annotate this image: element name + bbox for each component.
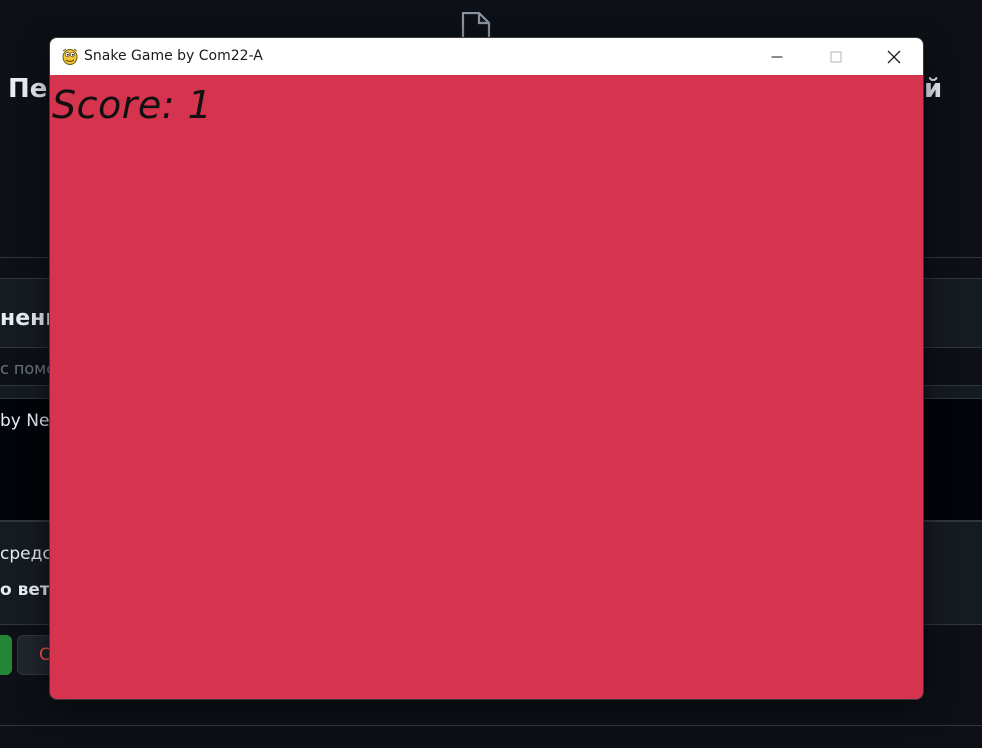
page-title-fragment-right: й [924, 74, 943, 104]
minimize-icon [771, 56, 783, 57]
game-window: Snake Game by Com22-A Score: 1 [49, 37, 924, 700]
score-label: Score: 1 [52, 83, 213, 127]
close-icon [887, 50, 901, 63]
commit-option-direct[interactable]: средст [0, 544, 49, 564]
close-button[interactable] [865, 38, 923, 75]
window-title: Snake Game by Com22-A [84, 48, 263, 64]
game-canvas[interactable]: Score: 1 [50, 75, 923, 699]
commit-description-text: by Neth [0, 411, 49, 431]
maximize-icon [830, 51, 842, 62]
pygame-snake-icon [62, 48, 78, 65]
commit-button[interactable] [0, 635, 12, 675]
page-title-fragment-left: Пер [8, 74, 49, 104]
maximize-button[interactable] [807, 38, 865, 75]
divider [0, 725, 982, 726]
window-titlebar[interactable]: Snake Game by Com22-A [50, 38, 923, 75]
section-heading: нени [0, 306, 49, 331]
minimize-button[interactable] [748, 38, 806, 75]
commit-message-placeholder: с помо [0, 359, 49, 378]
commit-option-branch[interactable]: о ветк [0, 580, 49, 600]
